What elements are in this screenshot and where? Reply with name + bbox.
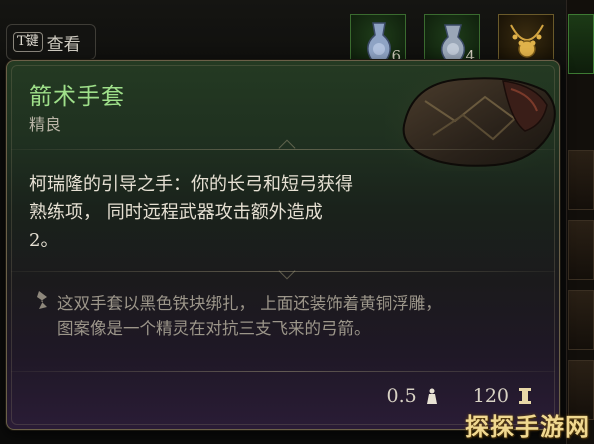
inventory-slot-right-2[interactable] xyxy=(568,150,594,210)
gold-value: 120 xyxy=(472,385,509,407)
passive-line: 2。 xyxy=(29,230,59,251)
tooltip-divider xyxy=(11,139,555,157)
inventory-slot-right-3[interactable] xyxy=(568,220,594,280)
item-tooltip: 箭术手套 精良 柯瑞隆的引导之手：你的长弓和短弓获得 熟练项， 同时远程武器攻击… xyxy=(6,60,560,430)
t-key-cap: T键 xyxy=(13,32,43,52)
flavor-line: 这双手套以黑色铁块绑扎， 上面还装饰着黄铜浮雕， xyxy=(57,294,442,313)
view-label: 查看 xyxy=(46,34,81,55)
site-watermark: 探探手游网 xyxy=(465,413,590,441)
item-rarity: 精良 xyxy=(29,115,62,134)
passive-line: 柯瑞隆的引导之手：你的长弓和短弓获得 xyxy=(29,174,353,195)
weight-value: 0.5 xyxy=(386,385,417,407)
gold-icon xyxy=(519,388,531,404)
view-hotkey-hint[interactable]: T键 查看 xyxy=(6,24,96,60)
inventory-slot-right-1[interactable] xyxy=(568,14,594,74)
item-name: 箭术手套 xyxy=(29,84,125,110)
weight-icon xyxy=(426,388,437,404)
passive-description: 柯瑞隆的引导之手：你的长弓和短弓获得 熟练项， 同时远程武器攻击额外造成 2。 xyxy=(29,171,409,255)
tooltip-divider xyxy=(11,371,555,372)
passive-line: 熟练项， 同时远程武器攻击额外造成 xyxy=(29,202,323,223)
item-stats-footer: 0.5 120 xyxy=(387,385,533,407)
flavor-text: 这双手套以黑色铁块绑扎， 上面还装饰着黄铜浮雕， 图案像是一个精灵在对抗三支飞来… xyxy=(57,291,527,341)
flavor-quill-icon xyxy=(37,291,47,309)
gauntlet-icon xyxy=(385,61,559,171)
tooltip-divider xyxy=(11,262,555,280)
inventory-slot-right-4[interactable] xyxy=(568,290,594,350)
flavor-line: 图案像是一个精灵在对抗三支飞来的弓箭。 xyxy=(57,319,371,338)
